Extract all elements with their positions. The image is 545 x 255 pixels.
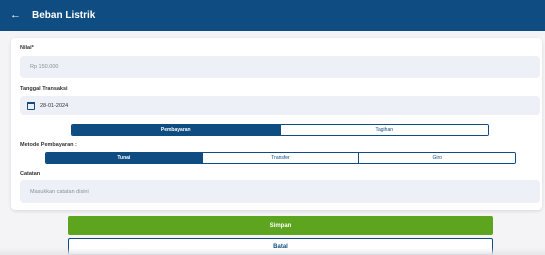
nilai-label: Nilai* xyxy=(20,45,34,51)
cancel-button[interactable]: Batal xyxy=(68,238,493,255)
nilai-value: Rp 150.000 xyxy=(30,64,59,70)
metode-label: Metode Pembayaran : xyxy=(20,142,77,148)
nilai-field[interactable]: Rp 150.000 xyxy=(20,56,540,78)
tanggal-label: Tanggal Transaksi xyxy=(20,86,68,92)
tanggal-field[interactable]: 28-01-2024 xyxy=(20,96,540,115)
tab-tagihan[interactable]: Tagihan xyxy=(279,125,488,135)
app-bar: ← Beban Listrik xyxy=(0,0,545,31)
tanggal-value: 28-01-2024 xyxy=(40,102,69,109)
arrow-left-icon[interactable]: ← xyxy=(10,10,26,21)
option-tunai[interactable]: Tunai xyxy=(46,153,202,163)
catatan-field[interactable]: Masukkan catatan disini xyxy=(20,180,540,203)
catatan-placeholder: Masukkan catatan disini xyxy=(30,188,89,195)
page-title: Beban Listrik xyxy=(32,10,96,21)
metode-toggle: Tunai Transfer Giro xyxy=(45,152,516,164)
option-giro[interactable]: Giro xyxy=(358,153,515,163)
calendar-icon xyxy=(27,101,35,110)
tab-pembayaran[interactable]: Pembayaran xyxy=(72,125,280,135)
save-button[interactable]: Simpan xyxy=(68,216,493,235)
form-card: Nilai* Rp 150.000 Tanggal Transaksi 28-0… xyxy=(11,38,542,210)
option-transfer[interactable]: Transfer xyxy=(201,153,359,163)
catatan-label: Catatan xyxy=(20,171,41,177)
type-toggle: Pembayaran Tagihan xyxy=(71,124,489,136)
